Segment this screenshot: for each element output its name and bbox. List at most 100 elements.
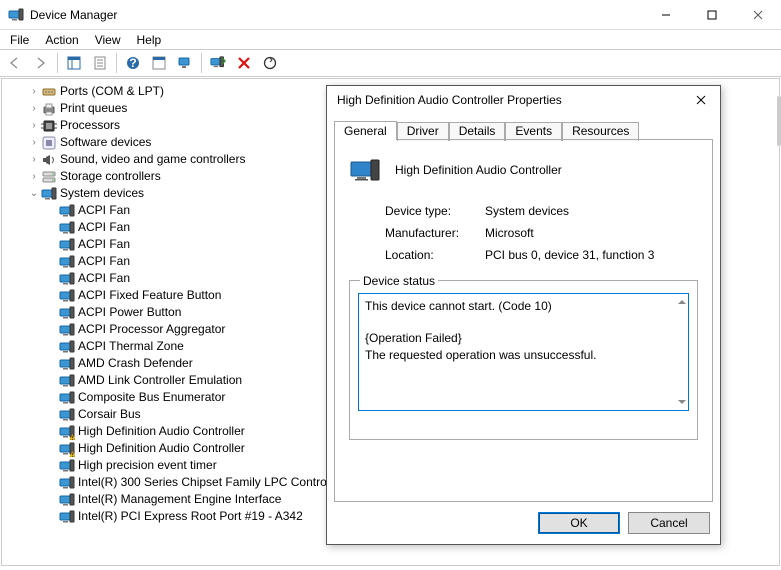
tree-item-label: Ports (COM & LPT) [60, 83, 168, 100]
system-icon [59, 288, 75, 304]
ok-button[interactable]: OK [538, 512, 620, 534]
dialog-tabstrip: GeneralDriverDetailsEventsResources [327, 114, 720, 139]
system-icon [59, 237, 75, 253]
port-icon [41, 84, 57, 100]
system-icon [59, 322, 75, 338]
info-value: System devices [485, 204, 698, 218]
expand-icon[interactable]: › [28, 117, 40, 134]
menu-action[interactable]: Action [37, 32, 86, 48]
toolbar: ? [0, 49, 781, 77]
tree-item-label: ACPI Fixed Feature Button [78, 287, 225, 304]
tree-item-label: Software devices [60, 134, 155, 151]
tree-item-label: ACPI Fan [78, 270, 134, 287]
close-button[interactable] [735, 0, 781, 30]
device-status-label: Device status [360, 274, 438, 288]
info-label: Manufacturer: [385, 226, 485, 240]
printer-icon [41, 101, 57, 117]
expand-icon[interactable]: › [28, 151, 40, 168]
scan-hardware-button[interactable] [206, 51, 230, 75]
nav-forward-button[interactable] [29, 51, 53, 75]
system-icon [41, 186, 57, 202]
tree-item-label: ACPI Power Button [78, 304, 185, 321]
app-icon [8, 7, 24, 23]
collapse-icon[interactable]: ⌄ [28, 185, 40, 202]
device-icon [349, 154, 381, 186]
system-icon [59, 475, 75, 491]
menu-file[interactable]: File [2, 32, 37, 48]
tree-item-label: Processors [60, 117, 124, 134]
tree-item-label: Intel(R) 300 Series Chipset Family LPC C… [78, 474, 347, 491]
menubar: FileActionViewHelp [0, 30, 781, 49]
tree-item-label: High Definition Audio Controller [78, 423, 249, 440]
uninstall-device-button[interactable] [232, 51, 256, 75]
system-icon [59, 254, 75, 270]
nav-back-button[interactable] [3, 51, 27, 75]
tree-item-label: ACPI Fan [78, 236, 134, 253]
expand-icon[interactable]: › [28, 100, 40, 117]
tree-item-label: AMD Crash Defender [78, 355, 197, 372]
tree-item-label: ACPI Processor Aggregator [78, 321, 229, 338]
system-icon [59, 220, 75, 236]
options-button[interactable] [147, 51, 171, 75]
help-button[interactable]: ? [121, 51, 145, 75]
tree-item-label: Intel(R) Management Engine Interface [78, 491, 285, 508]
tree-item-label: ACPI Thermal Zone [78, 338, 188, 355]
display-devices-button[interactable] [173, 51, 197, 75]
menu-help[interactable]: Help [129, 32, 170, 48]
dialog-title: High Definition Audio Controller Propert… [337, 93, 686, 107]
tree-item-label: Intel(R) PCI Express Root Port #19 - A34… [78, 508, 307, 525]
show-hide-button[interactable] [62, 51, 86, 75]
tree-item-label: High Definition Audio Controller [78, 440, 249, 457]
tree-item-label: AMD Link Controller Emulation [78, 372, 246, 389]
device-info-grid: Device type:System devicesManufacturer:M… [385, 204, 698, 262]
audio-icon [41, 152, 57, 168]
dialog-titlebar: High Definition Audio Controller Propert… [327, 86, 720, 114]
tab-general[interactable]: General [334, 121, 397, 140]
expand-icon[interactable]: › [28, 83, 40, 100]
system-icon [59, 407, 75, 423]
system-icon [59, 271, 75, 287]
titlebar: Device Manager [0, 0, 781, 30]
maximize-button[interactable] [689, 0, 735, 30]
system-icon [59, 305, 75, 321]
tree-item-label: ACPI Fan [78, 253, 134, 270]
info-value: Microsoft [485, 226, 698, 240]
tab-general: High Definition Audio Controller Device … [334, 139, 713, 502]
system-warn-icon [59, 424, 75, 440]
info-label: Location: [385, 248, 485, 262]
properties-button[interactable] [88, 51, 112, 75]
tree-item-label: Storage controllers [60, 168, 165, 185]
tree-item-label: ACPI Fan [78, 202, 134, 219]
system-warn-icon [59, 441, 75, 457]
tree-item-label: Print queues [60, 100, 131, 117]
system-icon [59, 492, 75, 508]
main-scrollbar[interactable] [776, 78, 781, 558]
system-icon [59, 390, 75, 406]
cancel-button[interactable]: Cancel [628, 512, 710, 534]
system-icon [59, 356, 75, 372]
tree-item-label: Sound, video and game controllers [60, 151, 249, 168]
info-label: Device type: [385, 204, 485, 218]
info-value: PCI bus 0, device 31, function 3 [485, 248, 698, 262]
storage-icon [41, 169, 57, 185]
soft-icon [41, 135, 57, 151]
window-title: Device Manager [30, 8, 643, 22]
minimize-button[interactable] [643, 0, 689, 30]
device-name: High Definition Audio Controller [395, 163, 562, 177]
system-icon [59, 339, 75, 355]
system-icon [59, 458, 75, 474]
menu-view[interactable]: View [87, 32, 129, 48]
update-driver-button[interactable] [258, 51, 282, 75]
system-icon [59, 203, 75, 219]
tree-item-label: High precision event timer [78, 457, 221, 474]
expand-icon[interactable]: › [28, 168, 40, 185]
device-status-text[interactable]: This device cannot start. (Code 10) {Ope… [358, 293, 689, 411]
svg-text:?: ? [129, 56, 136, 70]
tree-item-label: Composite Bus Enumerator [78, 389, 229, 406]
system-icon [59, 509, 75, 525]
expand-icon[interactable]: › [28, 134, 40, 151]
tree-item-label: Corsair Bus [78, 406, 145, 423]
dialog-close-button[interactable] [686, 88, 716, 112]
device-status-fieldset: Device status This device cannot start. … [349, 280, 698, 440]
tree-item-label: ACPI Fan [78, 219, 134, 236]
